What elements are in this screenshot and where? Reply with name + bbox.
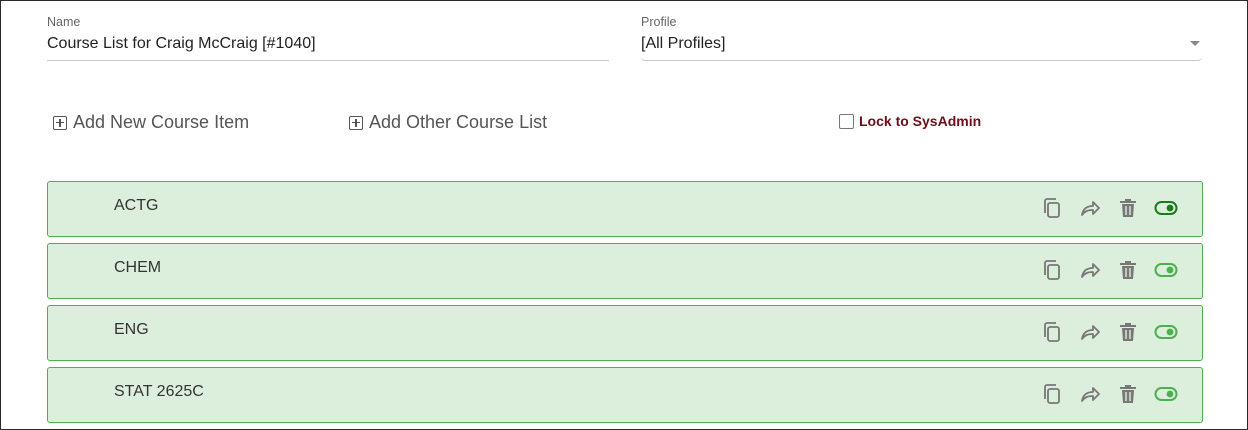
add-other-course-list-label: Add Other Course List (369, 112, 548, 132)
profile-select[interactable]: [All Profiles] (641, 35, 1202, 61)
course-row[interactable]: CHEM (47, 243, 1203, 299)
toggle-icon[interactable] (1154, 382, 1178, 406)
lock-to-sysadmin-checkbox[interactable] (839, 113, 854, 129)
plus-square-icon (53, 115, 67, 130)
name-input[interactable]: Course List for Craig McCraig [#1040] (47, 35, 609, 61)
course-row[interactable]: ENG (47, 305, 1203, 361)
share-arrow-icon[interactable] (1078, 258, 1102, 282)
toggle-icon[interactable] (1154, 258, 1178, 282)
copy-icon[interactable] (1040, 320, 1064, 344)
share-arrow-icon[interactable] (1078, 196, 1102, 220)
share-arrow-icon[interactable] (1078, 320, 1102, 344)
profile-field[interactable]: Profile [All Profiles] (641, 15, 1202, 61)
toggle-icon[interactable] (1154, 196, 1178, 220)
trash-icon[interactable] (1116, 196, 1140, 220)
course-row[interactable]: ACTG (47, 181, 1203, 237)
chevron-down-icon[interactable] (1190, 41, 1200, 46)
trash-icon[interactable] (1116, 258, 1140, 282)
row-actions (1040, 196, 1178, 220)
profile-label: Profile (641, 15, 677, 29)
add-other-course-list-button[interactable]: Add Other Course List (349, 112, 547, 133)
copy-icon[interactable] (1040, 382, 1064, 406)
row-actions (1040, 382, 1178, 406)
toggle-icon[interactable] (1154, 320, 1178, 344)
course-name: CHEM (114, 259, 162, 276)
add-new-course-item-button[interactable]: Add New Course Item (53, 112, 249, 133)
name-label: Name (47, 15, 81, 29)
copy-icon[interactable] (1040, 258, 1064, 282)
row-actions (1040, 258, 1178, 282)
share-arrow-icon[interactable] (1078, 382, 1102, 406)
add-new-course-item-label: Add New Course Item (73, 112, 250, 132)
lock-to-sysadmin-label: Lock to SysAdmin (859, 113, 982, 129)
profile-select-value: [All Profiles] (641, 35, 726, 52)
name-field[interactable]: Name Course List for Craig McCraig [#104… (47, 15, 609, 61)
row-actions (1040, 320, 1178, 344)
course-name: ACTG (114, 197, 159, 214)
plus-square-icon (349, 115, 363, 130)
trash-icon[interactable] (1116, 320, 1140, 344)
course-row[interactable]: STAT 2625C (47, 367, 1203, 423)
course-list-editor: Name Course List for Craig McCraig [#104… (0, 0, 1248, 430)
course-name: STAT 2625C (114, 383, 204, 400)
copy-icon[interactable] (1040, 196, 1064, 220)
lock-to-sysadmin[interactable]: Lock to SysAdmin (839, 113, 981, 129)
course-name: ENG (114, 321, 149, 338)
trash-icon[interactable] (1116, 382, 1140, 406)
